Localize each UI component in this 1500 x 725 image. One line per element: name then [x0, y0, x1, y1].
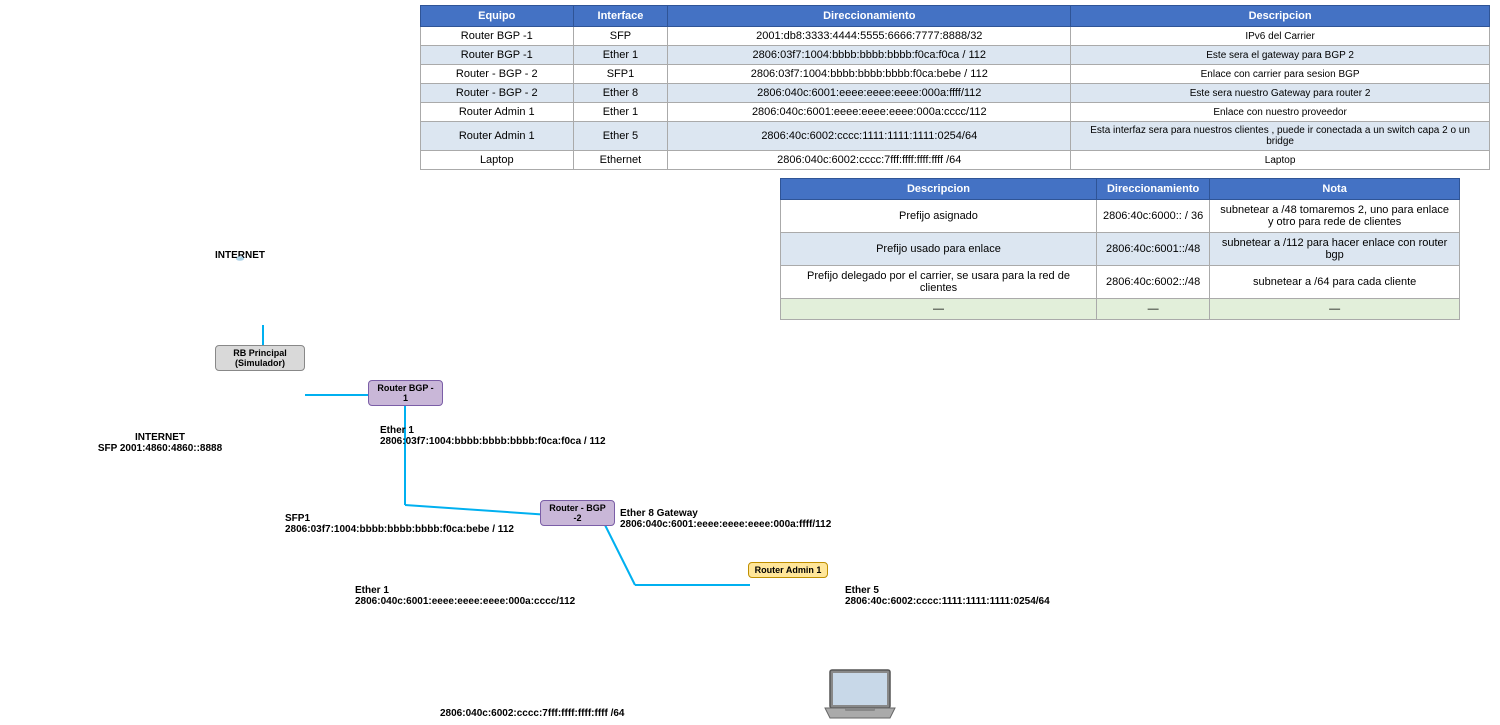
ether8-addr: 2806:040c:6001:eeee:eeee:eeee:000a:ffff/… [620, 519, 831, 530]
main-table-row: Router Admin 1Ether 12806:040c:6001:eeee… [421, 103, 1490, 122]
ether1-bgp1-label: Ether 1 2806:03f7:1004:bbbb:bbbb:bbbb:f0… [380, 425, 606, 447]
network-diagram: ↕ INTERNET RB Principal (Simulador) INTE… [0, 130, 750, 620]
col2-header-descripcion: Descripcion [781, 179, 1097, 200]
main-table-cell: SFP [573, 27, 668, 46]
second-table-cell: Prefijo usado para enlace [781, 233, 1097, 266]
col-header-direccionamiento: Direccionamiento [668, 6, 1071, 27]
main-table-cell: Router Admin 1 [421, 103, 574, 122]
col-header-descripcion: Descripcion [1071, 6, 1490, 27]
main-table-cell: 2806:03f7:1004:bbbb:bbbb:bbbb:f0ca:bebe … [668, 65, 1071, 84]
sfp-internet-text: INTERNET [135, 432, 185, 443]
ether5-label: Ether 5 2806:40c:6002:cccc:1111:1111:111… [845, 585, 1050, 607]
main-table-cell: Router BGP -1 [421, 27, 574, 46]
ether1-bgp1-addr: 2806:03f7:1004:bbbb:bbbb:bbbb:f0ca:f0ca … [380, 436, 606, 447]
rb-label-2: (Simulador) [235, 358, 285, 368]
second-table-cell: Prefijo delegado por el carrier, se usar… [781, 266, 1097, 299]
internet-sfp-label: INTERNET SFP 2001:4860:4860::8888 [75, 432, 245, 454]
main-table-cell: Este sera nuestro Gateway para router 2 [1071, 84, 1490, 103]
main-table-row: Router - BGP - 2SFP12806:03f7:1004:bbbb:… [421, 65, 1490, 84]
sfp1-label: SFP1 2806:03f7:1004:bbbb:bbbb:bbbb:f0ca:… [285, 513, 514, 535]
main-table-cell: Esta interfaz sera para nuestros cliente… [1071, 122, 1490, 151]
second-table-cell: subnetear a /48 tomaremos 2, uno para en… [1210, 200, 1460, 233]
main-table-cell: SFP1 [573, 65, 668, 84]
ether1-admin-addr: 2806:040c:6001:eeee:eeee:eeee:000a:cccc/… [355, 596, 575, 607]
ether1-admin-label: Ether 1 2806:040c:6001:eeee:eeee:eeee:00… [355, 585, 575, 607]
col-header-equipo: Equipo [421, 6, 574, 27]
rb-principal-box: RB Principal (Simulador) [215, 345, 305, 371]
second-table-cell: subnetear a /64 para cada cliente [1210, 266, 1460, 299]
main-table-cell: 2001:db8:3333:4444:5555:6666:7777:8888/3… [668, 27, 1071, 46]
main-table-cell: Enlace con carrier para sesion BGP [1071, 65, 1490, 84]
second-table-cell: — [1210, 299, 1460, 320]
ether8-text: Ether 8 Gateway [620, 508, 698, 519]
main-table-row: Router BGP -1Ether 12806:03f7:1004:bbbb:… [421, 46, 1490, 65]
second-table-cell: — [781, 299, 1097, 320]
second-table-cell: — [1096, 299, 1209, 320]
main-table-cell: Router - BGP - 2 [421, 84, 574, 103]
sfp1-text: SFP1 [285, 513, 310, 524]
main-table-cell: Laptop [1071, 151, 1490, 170]
diagram-lines [0, 130, 750, 620]
router-bgp1-box: Router BGP - 1 [368, 380, 443, 406]
router-bgp2-box: Router - BGP -2 [540, 500, 615, 526]
second-table-cell: Prefijo asignado [781, 200, 1097, 233]
ether1-bgp1-text: Ether 1 [380, 425, 414, 436]
main-table-cell: Este sera el gateway para BGP 2 [1071, 46, 1490, 65]
laptop-addr-text: 2806:040c:6002:cccc:7fff:ffff:ffff:ffff … [440, 708, 625, 719]
main-table-row: Router - BGP - 2Ether 82806:040c:6001:ee… [421, 84, 1490, 103]
main-table-cell: IPv6 del Carrier [1071, 27, 1490, 46]
sfp1-addr: 2806:03f7:1004:bbbb:bbbb:bbbb:f0ca:bebe … [285, 524, 514, 535]
second-table-row: Prefijo asignado2806:40c:6000:: / 36subn… [781, 200, 1460, 233]
laptop-svg [820, 665, 900, 725]
main-table-cell: 2806:040c:6001:eeee:eeee:eeee:000a:ffff/… [668, 84, 1071, 103]
col2-header-direccionamiento: Direccionamiento [1096, 179, 1209, 200]
ether8-label: Ether 8 Gateway 2806:040c:6001:eeee:eeee… [620, 508, 831, 530]
ether5-addr: 2806:40c:6002:cccc:1111:1111:1111:0254/6… [845, 596, 1050, 607]
internet-cloud: ↕ INTERNET [215, 255, 265, 261]
router-bgp2-label: Router - BGP -2 [549, 503, 606, 523]
ether5-text: Ether 5 [845, 585, 879, 596]
second-table-cell: subnetear a /112 para hacer enlace con r… [1210, 233, 1460, 266]
main-table-cell: Enlace con nuestro proveedor [1071, 103, 1490, 122]
main-table-cell: Ether 1 [573, 46, 668, 65]
main-table-cell: 2806:03f7:1004:bbbb:bbbb:bbbb:f0ca:f0ca … [668, 46, 1071, 65]
second-table-cell: 2806:40c:6002::/48 [1096, 266, 1209, 299]
router-admin-label: Router Admin 1 [755, 565, 822, 575]
second-table-row: Prefijo delegado por el carrier, se usar… [781, 266, 1460, 299]
main-table-cell: 2806:040c:6001:eeee:eeee:eeee:000a:cccc/… [668, 103, 1071, 122]
router-bgp1-label2: 1 [403, 393, 408, 403]
rb-label-1: RB Principal [233, 348, 287, 358]
router-admin-box: Router Admin 1 [748, 562, 828, 578]
main-table-cell: Ether 8 [573, 84, 668, 103]
laptop-addr-label: 2806:040c:6002:cccc:7fff:ffff:ffff:ffff … [440, 708, 625, 719]
second-table-cell: 2806:40c:6000:: / 36 [1096, 200, 1209, 233]
second-table: Descripcion Direccionamiento Nota Prefij… [780, 178, 1460, 320]
col2-header-nota: Nota [1210, 179, 1460, 200]
ether1-admin-text: Ether 1 [355, 585, 389, 596]
main-table-cell: Ether 1 [573, 103, 668, 122]
main-table-cell: Router BGP -1 [421, 46, 574, 65]
col-header-interface: Interface [573, 6, 668, 27]
main-table-row: Router BGP -1SFP2001:db8:3333:4444:5555:… [421, 27, 1490, 46]
second-table-row: Prefijo usado para enlace2806:40c:6001::… [781, 233, 1460, 266]
cloud-svg: ↕ [215, 255, 265, 261]
router-bgp1-label1: Router BGP - [377, 383, 433, 393]
second-table-row: ——— [781, 299, 1460, 320]
main-table-cell: Router - BGP - 2 [421, 65, 574, 84]
sfp-addr-text: SFP 2001:4860:4860::8888 [98, 443, 222, 454]
second-table-cell: 2806:40c:6001::/48 [1096, 233, 1209, 266]
